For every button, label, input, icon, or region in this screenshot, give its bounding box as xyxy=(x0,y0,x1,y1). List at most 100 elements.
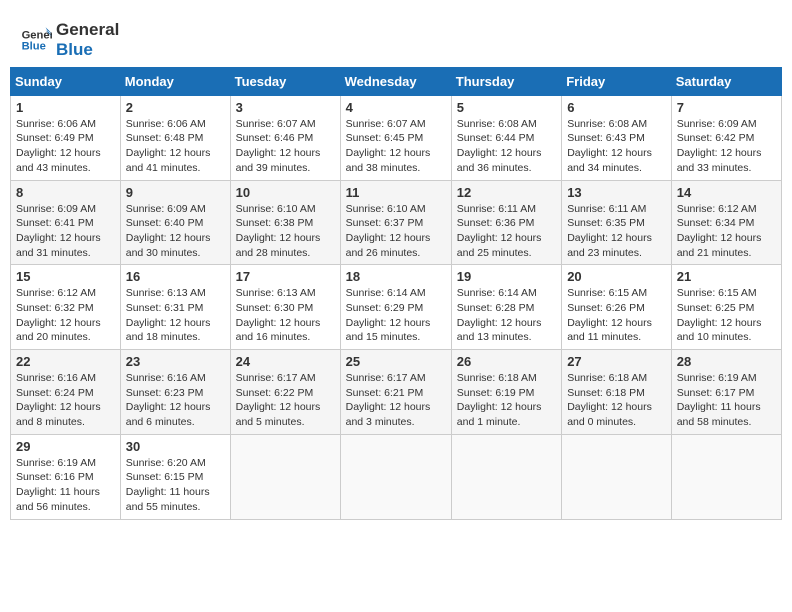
calendar-cell: 28 Sunrise: 6:19 AMSunset: 6:17 PMDaylig… xyxy=(671,350,781,435)
calendar-cell: 25 Sunrise: 6:17 AMSunset: 6:21 PMDaylig… xyxy=(340,350,451,435)
calendar-week-1: 1 Sunrise: 6:06 AMSunset: 6:49 PMDayligh… xyxy=(11,95,782,180)
day-info: Sunrise: 6:08 AMSunset: 6:44 PMDaylight:… xyxy=(457,117,556,176)
calendar-cell: 9 Sunrise: 6:09 AMSunset: 6:40 PMDayligh… xyxy=(120,180,230,265)
day-info: Sunrise: 6:20 AMSunset: 6:15 PMDaylight:… xyxy=(126,456,225,515)
calendar-week-3: 15 Sunrise: 6:12 AMSunset: 6:32 PMDaylig… xyxy=(11,265,782,350)
calendar-cell: 23 Sunrise: 6:16 AMSunset: 6:23 PMDaylig… xyxy=(120,350,230,435)
logo-general: General xyxy=(56,20,119,40)
calendar-cell: 22 Sunrise: 6:16 AMSunset: 6:24 PMDaylig… xyxy=(11,350,121,435)
logo: General Blue General Blue xyxy=(20,20,119,61)
day-info: Sunrise: 6:09 AMSunset: 6:42 PMDaylight:… xyxy=(677,117,776,176)
day-info: Sunrise: 6:08 AMSunset: 6:43 PMDaylight:… xyxy=(567,117,666,176)
day-info: Sunrise: 6:12 AMSunset: 6:32 PMDaylight:… xyxy=(16,286,115,345)
day-number: 5 xyxy=(457,100,556,115)
day-info: Sunrise: 6:13 AMSunset: 6:30 PMDaylight:… xyxy=(236,286,335,345)
calendar-cell: 17 Sunrise: 6:13 AMSunset: 6:30 PMDaylig… xyxy=(230,265,340,350)
day-info: Sunrise: 6:14 AMSunset: 6:29 PMDaylight:… xyxy=(346,286,446,345)
day-info: Sunrise: 6:17 AMSunset: 6:21 PMDaylight:… xyxy=(346,371,446,430)
day-number: 6 xyxy=(567,100,666,115)
day-number: 1 xyxy=(16,100,115,115)
calendar-cell: 13 Sunrise: 6:11 AMSunset: 6:35 PMDaylig… xyxy=(562,180,672,265)
day-number: 30 xyxy=(126,439,225,454)
header-cell-thursday: Thursday xyxy=(451,67,561,95)
calendar-cell xyxy=(340,434,451,519)
day-info: Sunrise: 6:09 AMSunset: 6:41 PMDaylight:… xyxy=(16,202,115,261)
calendar-cell: 21 Sunrise: 6:15 AMSunset: 6:25 PMDaylig… xyxy=(671,265,781,350)
day-number: 3 xyxy=(236,100,335,115)
day-info: Sunrise: 6:14 AMSunset: 6:28 PMDaylight:… xyxy=(457,286,556,345)
calendar-week-5: 29 Sunrise: 6:19 AMSunset: 6:16 PMDaylig… xyxy=(11,434,782,519)
day-number: 15 xyxy=(16,269,115,284)
calendar-cell: 15 Sunrise: 6:12 AMSunset: 6:32 PMDaylig… xyxy=(11,265,121,350)
day-number: 8 xyxy=(16,185,115,200)
calendar-cell: 7 Sunrise: 6:09 AMSunset: 6:42 PMDayligh… xyxy=(671,95,781,180)
day-number: 29 xyxy=(16,439,115,454)
day-info: Sunrise: 6:06 AMSunset: 6:48 PMDaylight:… xyxy=(126,117,225,176)
day-info: Sunrise: 6:15 AMSunset: 6:26 PMDaylight:… xyxy=(567,286,666,345)
calendar-week-4: 22 Sunrise: 6:16 AMSunset: 6:24 PMDaylig… xyxy=(11,350,782,435)
calendar-cell: 6 Sunrise: 6:08 AMSunset: 6:43 PMDayligh… xyxy=(562,95,672,180)
day-number: 16 xyxy=(126,269,225,284)
calendar-table: SundayMondayTuesdayWednesdayThursdayFrid… xyxy=(10,67,782,520)
logo-blue: Blue xyxy=(56,40,119,60)
day-info: Sunrise: 6:09 AMSunset: 6:40 PMDaylight:… xyxy=(126,202,225,261)
day-info: Sunrise: 6:10 AMSunset: 6:38 PMDaylight:… xyxy=(236,202,335,261)
day-number: 26 xyxy=(457,354,556,369)
day-info: Sunrise: 6:11 AMSunset: 6:36 PMDaylight:… xyxy=(457,202,556,261)
calendar-cell: 26 Sunrise: 6:18 AMSunset: 6:19 PMDaylig… xyxy=(451,350,561,435)
header-cell-friday: Friday xyxy=(562,67,672,95)
header-cell-tuesday: Tuesday xyxy=(230,67,340,95)
header-row: SundayMondayTuesdayWednesdayThursdayFrid… xyxy=(11,67,782,95)
day-info: Sunrise: 6:18 AMSunset: 6:19 PMDaylight:… xyxy=(457,371,556,430)
header-cell-saturday: Saturday xyxy=(671,67,781,95)
day-info: Sunrise: 6:06 AMSunset: 6:49 PMDaylight:… xyxy=(16,117,115,176)
day-number: 11 xyxy=(346,185,446,200)
calendar-cell xyxy=(562,434,672,519)
day-info: Sunrise: 6:10 AMSunset: 6:37 PMDaylight:… xyxy=(346,202,446,261)
calendar-cell: 5 Sunrise: 6:08 AMSunset: 6:44 PMDayligh… xyxy=(451,95,561,180)
day-number: 27 xyxy=(567,354,666,369)
header: General Blue General Blue xyxy=(10,10,782,67)
calendar-cell: 30 Sunrise: 6:20 AMSunset: 6:15 PMDaylig… xyxy=(120,434,230,519)
calendar-cell: 12 Sunrise: 6:11 AMSunset: 6:36 PMDaylig… xyxy=(451,180,561,265)
calendar-cell: 10 Sunrise: 6:10 AMSunset: 6:38 PMDaylig… xyxy=(230,180,340,265)
day-info: Sunrise: 6:17 AMSunset: 6:22 PMDaylight:… xyxy=(236,371,335,430)
day-info: Sunrise: 6:07 AMSunset: 6:45 PMDaylight:… xyxy=(346,117,446,176)
day-number: 25 xyxy=(346,354,446,369)
header-cell-wednesday: Wednesday xyxy=(340,67,451,95)
logo-icon: General Blue xyxy=(20,24,52,56)
header-cell-sunday: Sunday xyxy=(11,67,121,95)
day-info: Sunrise: 6:19 AMSunset: 6:16 PMDaylight:… xyxy=(16,456,115,515)
calendar-cell: 24 Sunrise: 6:17 AMSunset: 6:22 PMDaylig… xyxy=(230,350,340,435)
day-number: 7 xyxy=(677,100,776,115)
day-number: 2 xyxy=(126,100,225,115)
day-info: Sunrise: 6:18 AMSunset: 6:18 PMDaylight:… xyxy=(567,371,666,430)
day-info: Sunrise: 6:11 AMSunset: 6:35 PMDaylight:… xyxy=(567,202,666,261)
day-number: 9 xyxy=(126,185,225,200)
day-info: Sunrise: 6:13 AMSunset: 6:31 PMDaylight:… xyxy=(126,286,225,345)
calendar-cell xyxy=(451,434,561,519)
day-number: 13 xyxy=(567,185,666,200)
calendar-cell: 14 Sunrise: 6:12 AMSunset: 6:34 PMDaylig… xyxy=(671,180,781,265)
day-number: 4 xyxy=(346,100,446,115)
day-number: 12 xyxy=(457,185,556,200)
calendar-cell: 27 Sunrise: 6:18 AMSunset: 6:18 PMDaylig… xyxy=(562,350,672,435)
calendar-cell: 8 Sunrise: 6:09 AMSunset: 6:41 PMDayligh… xyxy=(11,180,121,265)
calendar-cell: 29 Sunrise: 6:19 AMSunset: 6:16 PMDaylig… xyxy=(11,434,121,519)
calendar-cell: 20 Sunrise: 6:15 AMSunset: 6:26 PMDaylig… xyxy=(562,265,672,350)
day-info: Sunrise: 6:19 AMSunset: 6:17 PMDaylight:… xyxy=(677,371,776,430)
calendar-week-2: 8 Sunrise: 6:09 AMSunset: 6:41 PMDayligh… xyxy=(11,180,782,265)
calendar-cell: 2 Sunrise: 6:06 AMSunset: 6:48 PMDayligh… xyxy=(120,95,230,180)
day-number: 18 xyxy=(346,269,446,284)
day-number: 20 xyxy=(567,269,666,284)
day-number: 22 xyxy=(16,354,115,369)
calendar-cell: 4 Sunrise: 6:07 AMSunset: 6:45 PMDayligh… xyxy=(340,95,451,180)
day-info: Sunrise: 6:07 AMSunset: 6:46 PMDaylight:… xyxy=(236,117,335,176)
calendar-cell: 18 Sunrise: 6:14 AMSunset: 6:29 PMDaylig… xyxy=(340,265,451,350)
svg-text:Blue: Blue xyxy=(22,41,46,53)
day-info: Sunrise: 6:16 AMSunset: 6:23 PMDaylight:… xyxy=(126,371,225,430)
calendar-cell: 1 Sunrise: 6:06 AMSunset: 6:49 PMDayligh… xyxy=(11,95,121,180)
calendar-cell xyxy=(671,434,781,519)
calendar-body: 1 Sunrise: 6:06 AMSunset: 6:49 PMDayligh… xyxy=(11,95,782,519)
calendar-cell: 3 Sunrise: 6:07 AMSunset: 6:46 PMDayligh… xyxy=(230,95,340,180)
